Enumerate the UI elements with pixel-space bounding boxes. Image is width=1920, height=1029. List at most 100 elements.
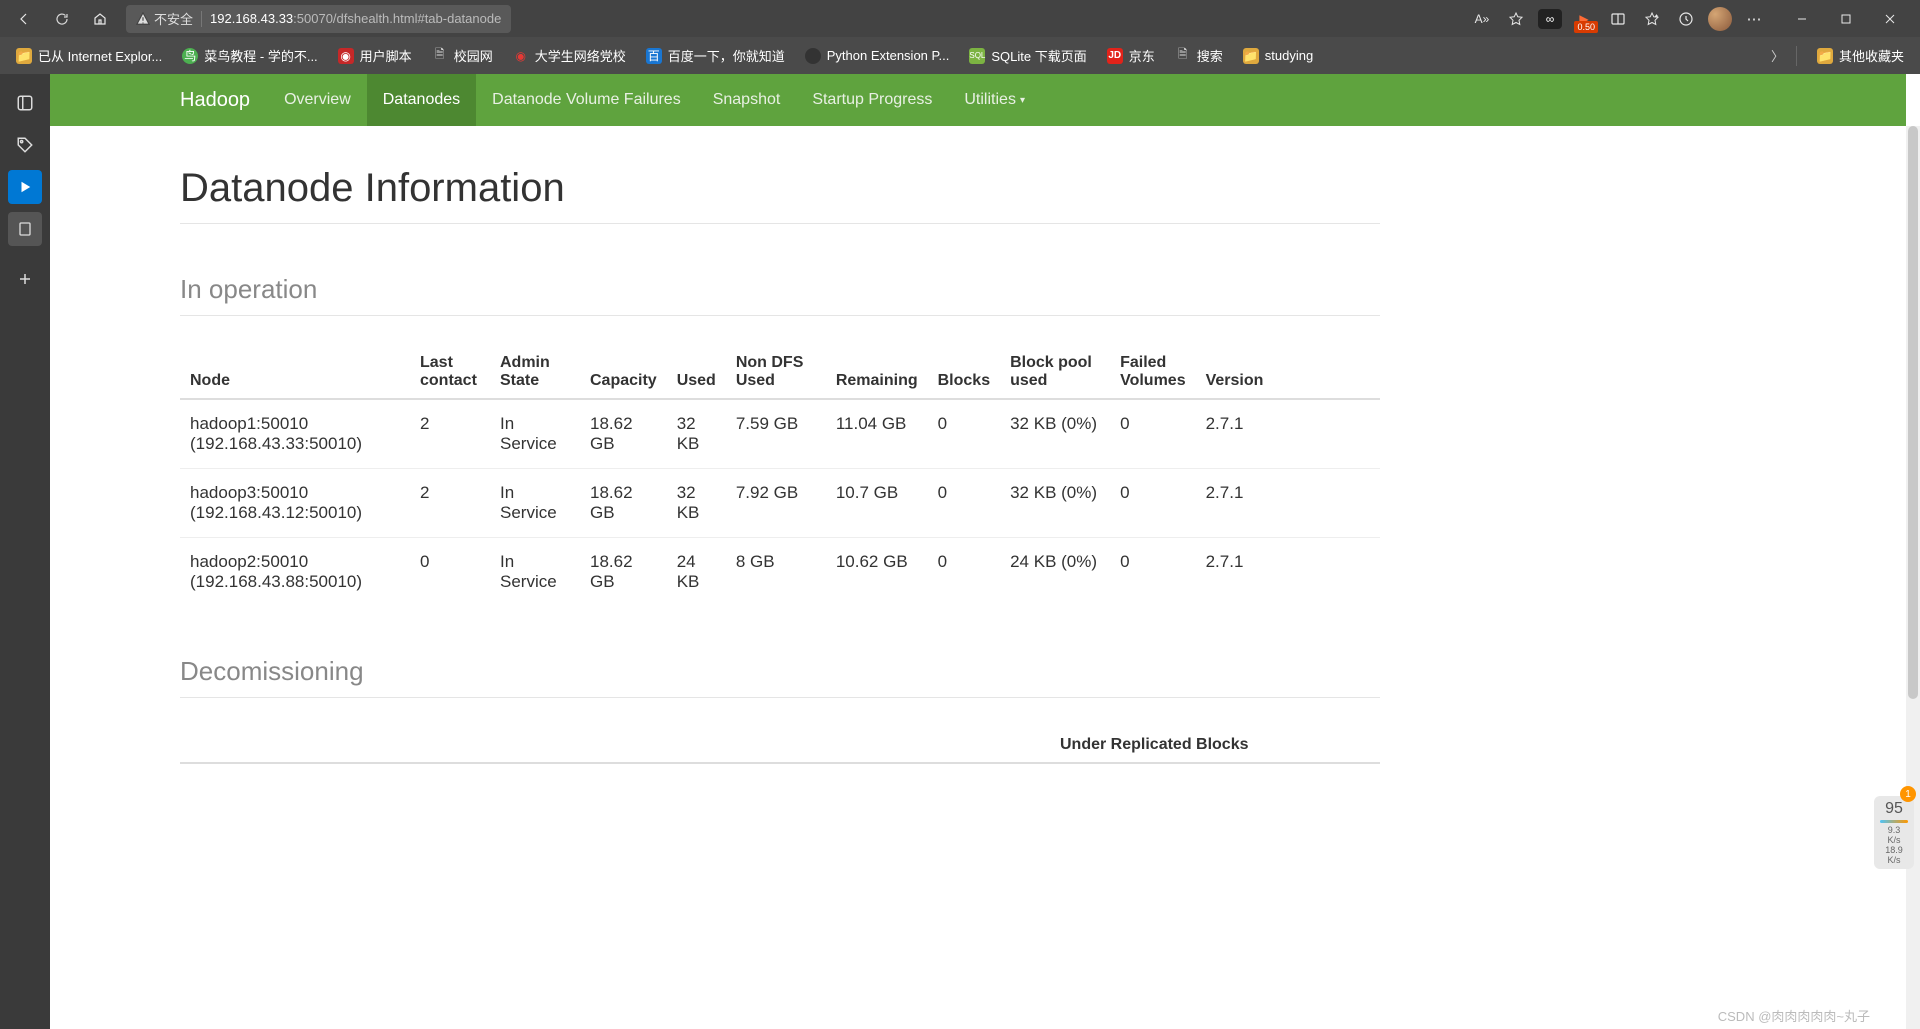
bookmark-item[interactable]: 🗎搜索 xyxy=(1167,42,1231,69)
col-blocks: Blocks xyxy=(928,346,1000,399)
security-warning: 不安全 xyxy=(136,9,193,28)
table-cell: 0 xyxy=(928,538,1000,607)
bookmarks-overflow-icon[interactable]: 〉 xyxy=(1771,46,1784,65)
table-cell: 32 KB (0%) xyxy=(1000,399,1110,469)
bookmark-item[interactable]: 📁studying xyxy=(1235,44,1321,68)
watermark: CSDN @肉肉肉肉肉~丸子 xyxy=(1718,1006,1870,1025)
table-cell: 24 KB xyxy=(667,538,726,607)
scrollbar-thumb[interactable] xyxy=(1908,126,1918,699)
tab-utilities[interactable]: Utilities▾ xyxy=(948,74,1041,126)
table-cell: 2 xyxy=(410,469,490,538)
bookmark-item[interactable]: ◉用户脚本 xyxy=(330,42,420,69)
extension-1-icon[interactable]: ∞ xyxy=(1534,3,1566,35)
table-cell: In Service xyxy=(490,469,580,538)
other-bookmarks[interactable]: 📁其他收藏夹 xyxy=(1809,42,1912,69)
col-last-contact: Last contact xyxy=(410,346,490,399)
minimize-button[interactable] xyxy=(1780,3,1824,35)
bookmark-item[interactable]: 🗎校园网 xyxy=(424,42,501,69)
table-cell: hadoop3:50010 (192.168.43.12:50010) xyxy=(180,469,410,538)
col-bp-used: Block pool used xyxy=(1000,346,1110,399)
bookmark-item[interactable]: SQLSQLite 下载页面 xyxy=(961,42,1094,69)
table-cell: 0 xyxy=(928,469,1000,538)
table-cell: 8 GB xyxy=(726,538,826,607)
sidebar-tag-icon[interactable] xyxy=(8,128,42,162)
widget-value-main: 95 xyxy=(1876,800,1912,818)
network-widget[interactable]: 1 95 9.3K/s 18.9K/s xyxy=(1874,796,1914,869)
bookmark-item[interactable]: 鸟菜鸟教程 - 学的不... xyxy=(174,42,325,69)
sidebar-add-icon[interactable] xyxy=(8,262,42,296)
split-screen-icon[interactable] xyxy=(1602,3,1634,35)
read-aloud-button[interactable]: A» xyxy=(1466,3,1498,35)
table-cell: 18.62 GB xyxy=(580,538,667,607)
table-cell: 24 KB (0%) xyxy=(1000,538,1110,607)
bookmark-item[interactable]: Python Extension P... xyxy=(797,44,958,68)
bookmarks-bar: 📁已从 Internet Explor... 鸟菜鸟教程 - 学的不... ◉用… xyxy=(0,37,1920,74)
col-admin-state: Admin State xyxy=(490,346,580,399)
bookmark-item[interactable]: 📁已从 Internet Explor... xyxy=(8,42,170,69)
refresh-button[interactable] xyxy=(46,3,78,35)
col-remaining: Remaining xyxy=(826,346,928,399)
table-cell: 2.7.1 xyxy=(1196,538,1380,607)
table-cell: In Service xyxy=(490,399,580,469)
history-button[interactable] xyxy=(1670,3,1702,35)
sidebar-doc-icon[interactable] xyxy=(8,212,42,246)
extension-2-icon[interactable]: ▶ 0.50 xyxy=(1568,3,1600,35)
table-cell: 18.62 GB xyxy=(580,469,667,538)
col-node: Node xyxy=(180,346,410,399)
decommission-table: Under Replicated Blocks xyxy=(180,728,1380,764)
url-text: 192.168.43.33:50070/dfshealth.html#tab-d… xyxy=(210,11,501,26)
col-under-replicated: Under Replicated Blocks xyxy=(1050,728,1380,763)
table-header-row: Under Replicated Blocks xyxy=(180,728,1380,763)
hadoop-brand[interactable]: Hadoop xyxy=(180,74,268,126)
col-nondfs: Non DFS Used xyxy=(726,346,826,399)
extension-badge: 0.50 xyxy=(1574,21,1598,33)
table-cell: 32 KB (0%) xyxy=(1000,469,1110,538)
col-version: Version xyxy=(1196,346,1380,399)
table-cell: In Service xyxy=(490,538,580,607)
tab-volume-failures[interactable]: Datanode Volume Failures xyxy=(476,74,697,126)
page-title: Datanode Information xyxy=(180,166,1380,224)
security-label: 不安全 xyxy=(154,9,193,28)
table-cell: 32 KB xyxy=(667,399,726,469)
col-used: Used xyxy=(667,346,726,399)
table-cell: hadoop1:50010 (192.168.43.33:50010) xyxy=(180,399,410,469)
address-field[interactable]: 不安全 192.168.43.33:50070/dfshealth.html#t… xyxy=(126,5,511,33)
section-decommissioning: Decomissioning xyxy=(180,656,1380,698)
table-cell: 18.62 GB xyxy=(580,399,667,469)
hadoop-nav: Hadoop Overview Datanodes Datanode Volum… xyxy=(50,74,1906,126)
more-button[interactable]: ⋯ xyxy=(1738,3,1770,35)
bookmark-item[interactable]: 百百度一下，你就知道 xyxy=(638,42,793,69)
bookmark-item[interactable]: JD京东 xyxy=(1099,42,1163,69)
table-cell: 0 xyxy=(410,538,490,607)
table-cell: 10.62 GB xyxy=(826,538,928,607)
star-button[interactable] xyxy=(1500,3,1532,35)
tab-datanodes[interactable]: Datanodes xyxy=(367,74,476,126)
table-row: hadoop3:50010 (192.168.43.12:50010)2In S… xyxy=(180,469,1380,538)
profile-button[interactable] xyxy=(1704,3,1736,35)
table-header-row: Node Last contact Admin State Capacity U… xyxy=(180,346,1380,399)
table-cell: 0 xyxy=(1110,399,1196,469)
browser-address-bar: 不安全 192.168.43.33:50070/dfshealth.html#t… xyxy=(0,0,1920,37)
widget-badge: 1 xyxy=(1900,786,1916,802)
tab-overview[interactable]: Overview xyxy=(268,74,367,126)
table-cell: 2.7.1 xyxy=(1196,469,1380,538)
table-cell: 7.92 GB xyxy=(726,469,826,538)
widget-up-speed: 9.3K/s xyxy=(1876,825,1912,845)
back-button[interactable] xyxy=(8,3,40,35)
home-button[interactable] xyxy=(84,3,116,35)
section-in-operation: In operation xyxy=(180,274,1380,316)
favorites-button[interactable] xyxy=(1636,3,1668,35)
maximize-button[interactable] xyxy=(1824,3,1868,35)
table-cell: 2.7.1 xyxy=(1196,399,1380,469)
bookmark-item[interactable]: ◉大学生网络党校 xyxy=(505,42,634,69)
tab-snapshot[interactable]: Snapshot xyxy=(697,74,797,126)
close-button[interactable] xyxy=(1868,3,1912,35)
col-failed-vol: Failed Volumes xyxy=(1110,346,1196,399)
sidebar-tab-icon[interactable] xyxy=(8,86,42,120)
tab-startup-progress[interactable]: Startup Progress xyxy=(796,74,948,126)
page-content: Hadoop Overview Datanodes Datanode Volum… xyxy=(50,74,1920,1029)
table-row: hadoop2:50010 (192.168.43.88:50010)0In S… xyxy=(180,538,1380,607)
sidebar-play-icon[interactable] xyxy=(8,170,42,204)
table-cell: 0 xyxy=(928,399,1000,469)
chevron-down-icon: ▾ xyxy=(1020,95,1025,106)
